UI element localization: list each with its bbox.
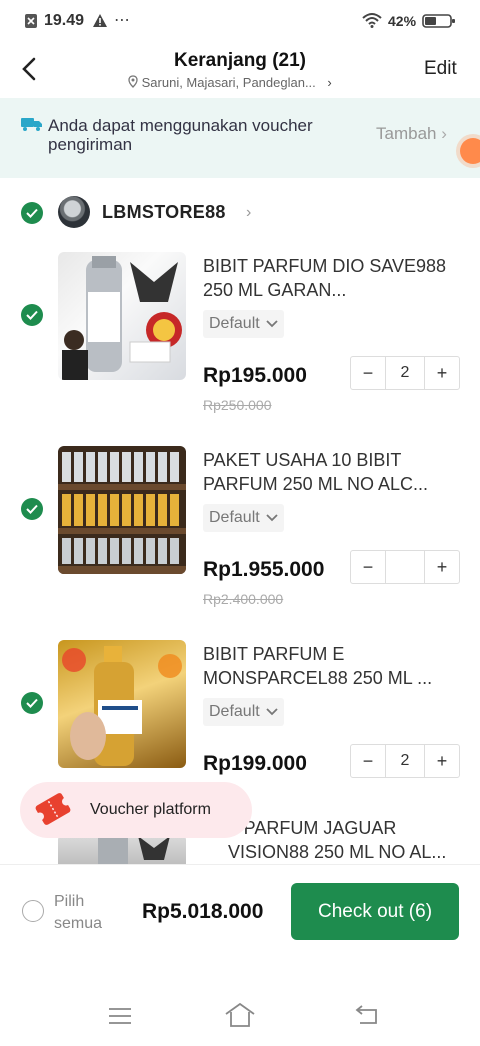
product-old-price: Rp250.000 bbox=[203, 397, 272, 413]
increase-button[interactable]: + bbox=[425, 551, 459, 583]
product-old-price: Rp2.400.000 bbox=[203, 591, 284, 607]
chevron-down-icon bbox=[266, 708, 278, 716]
battery-percentage: 42% bbox=[388, 13, 417, 29]
store-name[interactable]: LBMSTORE88 bbox=[102, 202, 226, 223]
location-pin-icon bbox=[128, 75, 138, 88]
product-image[interactable] bbox=[58, 640, 186, 768]
variant-selector[interactable]: Default bbox=[203, 504, 284, 532]
variant-label: Default bbox=[209, 315, 260, 332]
decrease-button[interactable]: − bbox=[351, 745, 385, 777]
banner-add-label: Tambah bbox=[376, 124, 437, 143]
banner-text: Anda dapat menggunakan voucher pengirima… bbox=[48, 116, 313, 154]
minus-icon: − bbox=[362, 750, 374, 771]
status-time: 19.49 bbox=[44, 12, 85, 29]
more-notifications-icon: ⋯ bbox=[114, 12, 130, 29]
back-nav-icon[interactable] bbox=[354, 1004, 380, 1026]
plus-icon: + bbox=[436, 362, 448, 383]
status-bar: 19.49 ⋯ 42% bbox=[0, 0, 480, 42]
location-text: Saruni, Majasari, Pandeglan... bbox=[141, 75, 316, 90]
quantity-stepper: − 2 + bbox=[350, 744, 460, 778]
item-checkbox[interactable] bbox=[21, 304, 43, 326]
decrease-button[interactable]: − bbox=[351, 357, 385, 389]
quantity-input[interactable]: 2 bbox=[385, 745, 425, 777]
item-checkbox[interactable] bbox=[21, 498, 43, 520]
store-avatar[interactable] bbox=[58, 196, 90, 228]
product-name[interactable]: BIBIT PARFUM DIO SAVE988 250 ML GARAN... bbox=[203, 254, 463, 302]
quantity-stepper: − + bbox=[350, 550, 460, 584]
product-image[interactable] bbox=[58, 252, 186, 380]
home-icon[interactable] bbox=[224, 1002, 256, 1028]
product-price: Rp1.955.000 bbox=[203, 558, 325, 581]
store-checkbox[interactable] bbox=[21, 202, 43, 224]
check-icon bbox=[26, 698, 38, 708]
product-name[interactable]: PAKET USAHA 10 BIBIT PARFUM 250 ML NO AL… bbox=[203, 448, 463, 496]
check-icon bbox=[26, 208, 38, 218]
checkout-button[interactable]: Check out (6) bbox=[291, 883, 459, 940]
page-title: Keranjang (21) bbox=[174, 50, 306, 71]
minus-icon: − bbox=[362, 556, 374, 577]
decrease-button[interactable]: − bbox=[351, 551, 385, 583]
sim-off-icon bbox=[25, 14, 37, 28]
increase-button[interactable]: + bbox=[425, 745, 459, 777]
chevron-right-icon: › bbox=[441, 124, 447, 143]
wifi-icon bbox=[362, 13, 382, 28]
item-checkbox[interactable] bbox=[21, 692, 43, 714]
product-name[interactable]: BIBIT PARFUM E MONSPARCEL88 250 ML ... bbox=[203, 642, 463, 690]
variant-label: Default bbox=[209, 703, 260, 720]
voucher-platform-label: Voucher platform bbox=[90, 801, 211, 818]
chevron-right-icon: › bbox=[327, 75, 332, 90]
product-name[interactable]: T PARFUM JAGUAR VISION88 250 ML NO AL... bbox=[228, 816, 463, 864]
quantity-stepper: − 2 + bbox=[350, 356, 460, 390]
product-price: Rp195.000 bbox=[203, 364, 307, 387]
product-price: Rp199.000 bbox=[203, 752, 307, 775]
edit-button[interactable]: Edit bbox=[424, 58, 457, 80]
increase-button[interactable]: + bbox=[425, 357, 459, 389]
menu-icon[interactable] bbox=[108, 1006, 132, 1026]
banner-add-button[interactable]: Tambah › bbox=[376, 124, 447, 144]
check-icon bbox=[26, 310, 38, 320]
product-image[interactable] bbox=[58, 834, 186, 864]
ticket-icon bbox=[35, 793, 71, 825]
floating-bubble[interactable] bbox=[460, 138, 480, 164]
quantity-input[interactable] bbox=[385, 551, 425, 583]
total-price: Rp5.018.000 bbox=[142, 900, 264, 923]
quantity-input[interactable]: 2 bbox=[385, 357, 425, 389]
product-image[interactable] bbox=[58, 446, 186, 574]
chevron-down-icon bbox=[266, 320, 278, 328]
chevron-right-icon[interactable]: › bbox=[246, 204, 251, 222]
select-all-label[interactable]: Pilih semua bbox=[54, 891, 124, 935]
plus-icon: + bbox=[436, 556, 448, 577]
warning-icon bbox=[93, 14, 107, 27]
minus-icon: − bbox=[362, 362, 374, 383]
chevron-down-icon bbox=[266, 514, 278, 522]
check-icon bbox=[26, 504, 38, 514]
variant-selector[interactable]: Default bbox=[203, 310, 284, 338]
variant-label: Default bbox=[209, 509, 260, 526]
plus-icon: + bbox=[436, 750, 448, 771]
select-all-checkbox[interactable] bbox=[22, 900, 44, 922]
variant-selector[interactable]: Default bbox=[203, 698, 284, 726]
truck-icon bbox=[21, 118, 42, 131]
battery-icon bbox=[422, 14, 455, 28]
system-nav-bar bbox=[0, 980, 480, 1046]
location-selector[interactable]: Saruni, Majasari, Pandeglan... › bbox=[128, 74, 332, 90]
